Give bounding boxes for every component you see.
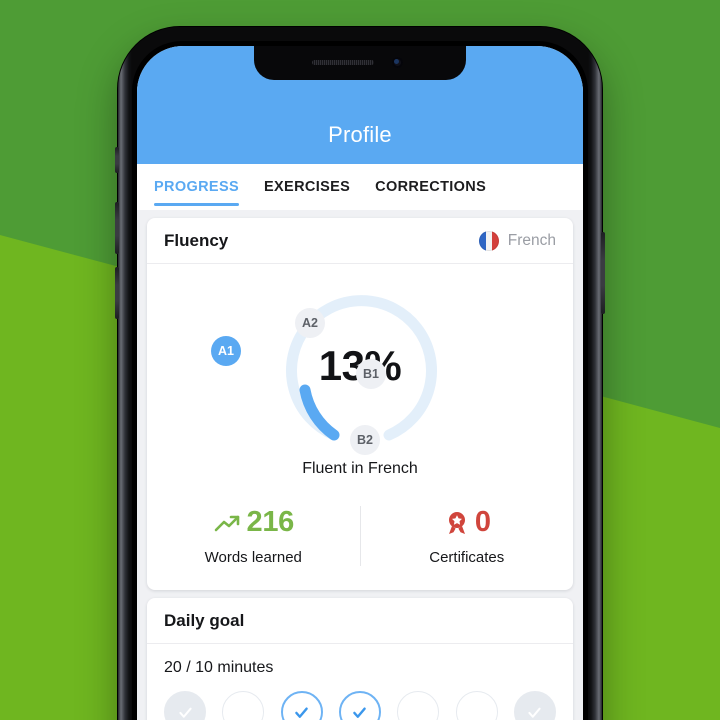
tab-progress[interactable]: PROGRESS [154,168,239,206]
scroll-content[interactable]: Fluency French A1 A2 B1 B2 Fluent in Fre… [137,210,583,720]
day-thu[interactable]: Thu [334,691,386,720]
day-dot-sun[interactable] [513,691,556,720]
phone-bezel: Profile PROGRESS EXERCISES CORRECTIONS F… [132,41,588,720]
phone-mockup: Profile PROGRESS EXERCISES CORRECTIONS F… [115,27,605,720]
day-dot-mon[interactable] [164,691,206,720]
ring-progress [299,384,340,441]
day-dot-sat[interactable] [455,691,498,720]
mute-switch[interactable] [115,147,119,173]
daily-goal-title: Daily goal [164,610,245,630]
check-icon [295,706,308,718]
day-wed[interactable]: Wed [276,691,328,720]
day-dot-fri[interactable] [397,691,440,720]
trending-up-icon [214,515,239,531]
day-fri[interactable]: Fri [392,691,444,720]
tab-corrections[interactable]: CORRECTIONS [375,168,486,206]
level-badge-a1[interactable]: A1 [211,336,241,366]
screenshot-stage: Profile PROGRESS EXERCISES CORRECTIONS F… [0,0,720,720]
level-badge-b1[interactable]: B1 [356,359,386,389]
front-camera-icon [392,57,403,68]
fluency-card-header: Fluency French [147,218,573,264]
stat-certificates-value: 0 [474,506,491,538]
language-selector[interactable]: French [478,230,556,251]
french-flag-icon [478,230,499,251]
check-icon [178,707,192,718]
earpiece-speaker-icon [312,60,374,65]
fluency-caption: Fluent in French [302,460,418,477]
check-icon [528,707,542,718]
day-tue[interactable]: Tue [217,691,269,720]
fluency-stats: 216 Words learned 0 Certificates [147,500,573,590]
stat-words-value: 216 [246,506,295,538]
page-title: Profile [328,122,392,147]
daily-goal-progress: 20 / 10 minutes [164,659,274,676]
level-badge-b2[interactable]: B2 [350,425,380,455]
daily-goal-week: Mon Tue [147,677,573,720]
day-dot-wed[interactable] [280,691,323,720]
day-mon[interactable]: Mon [159,691,211,720]
fluency-ring: 13% A1 A2 B1 B2 [147,264,573,460]
award-medal-icon [448,511,465,534]
tab-bar: PROGRESS EXERCISES CORRECTIONS [137,164,583,210]
volume-up-button[interactable] [115,202,119,254]
day-dot-tue[interactable] [222,691,265,720]
volume-down-button[interactable] [115,267,119,319]
day-sun[interactable]: Sun [509,691,561,720]
stat-words-value-row: 216 [147,506,360,539]
tab-exercises[interactable]: EXERCISES [264,168,350,206]
day-sat[interactable]: Sat [451,691,503,720]
stat-certificates: 0 Certificates [359,506,574,566]
language-name: French [507,231,556,249]
fluency-card: Fluency French A1 A2 B1 B2 Fluent in Fre… [147,218,573,590]
phone-screen: Profile PROGRESS EXERCISES CORRECTIONS F… [137,46,583,720]
stat-words-label: Words learned [204,549,302,566]
stat-certificates-label: Certificates [429,549,505,566]
daily-goal-card: Daily goal 20 / 10 minutes Mon [147,598,573,720]
notch [254,46,466,80]
fluency-card-title: Fluency [164,230,229,250]
stat-certificates-value-row: 0 [361,506,574,539]
stat-words-learned: 216 Words learned [147,506,360,566]
level-badge-a2[interactable]: A2 [295,308,325,338]
daily-goal-header: Daily goal [147,598,573,644]
check-icon [353,706,367,718]
power-button[interactable] [601,232,605,314]
day-dot-thu[interactable] [338,691,381,720]
